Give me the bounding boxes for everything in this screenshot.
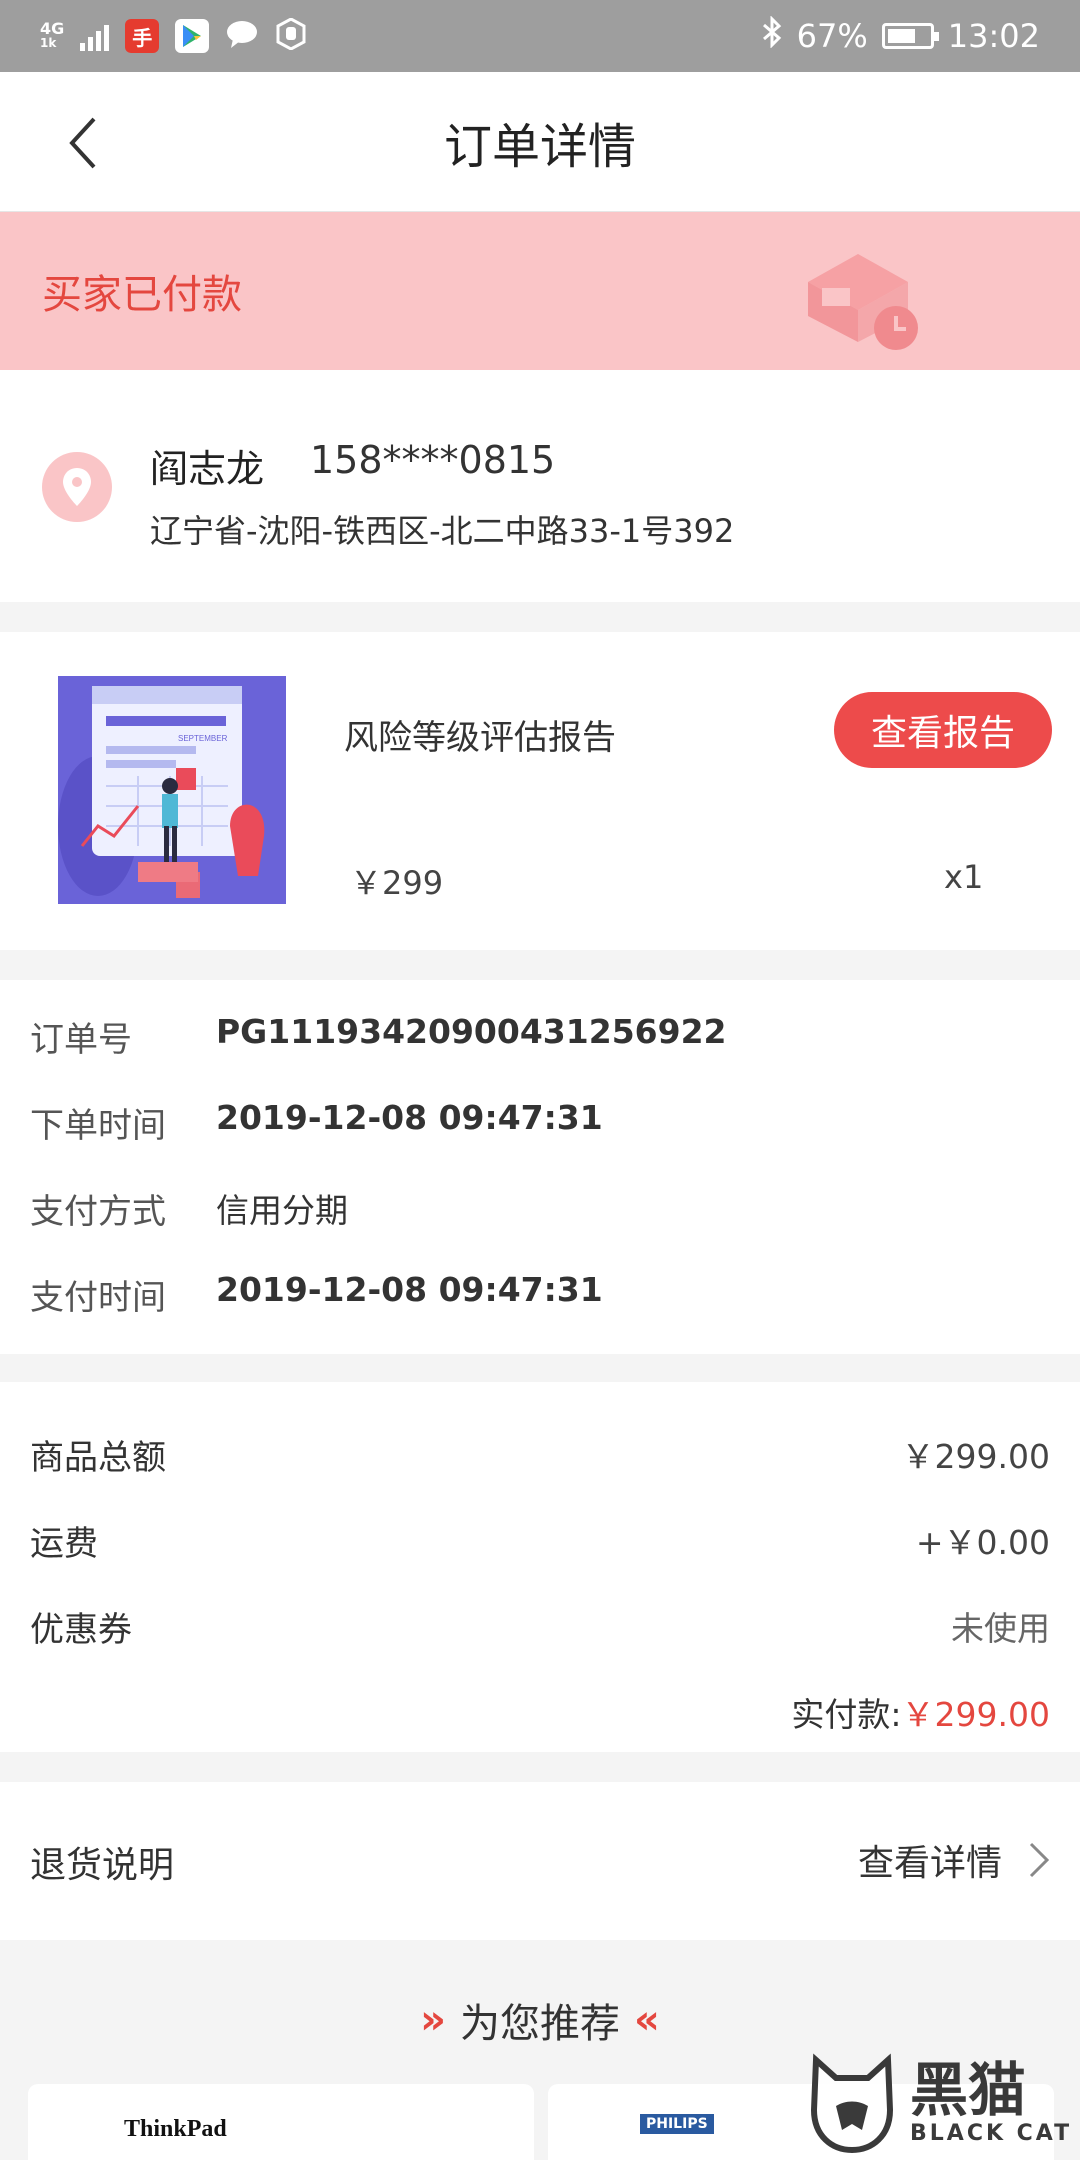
order-time-label: 下单时间 (30, 1106, 166, 1146)
recommend-heading: » 为您推荐 « (0, 1990, 1080, 2050)
order-status-text: 买家已付款 (42, 272, 242, 318)
double-chevron-right-icon: » (420, 1997, 446, 2043)
product-price: ￥299 (350, 864, 444, 902)
recommend-brand-philips: PHILIPS (640, 2114, 714, 2134)
status-bar: 4G 1k 手 67% 13:02 (0, 0, 1080, 72)
watermark: 黑猫 BLACK CAT (806, 2044, 1076, 2160)
payment-method-value: 信用分期 (216, 1191, 348, 1230)
product-thumbnail[interactable]: SEPTEMBER (58, 676, 286, 904)
nav-bar: 订单详情 (0, 72, 1080, 212)
signal-icon (80, 21, 110, 51)
shipping-fee-value: +￥0.00 (915, 1523, 1050, 1562)
view-details-label: 查看详情 (857, 1843, 1002, 1884)
double-chevron-left-icon: « (634, 1997, 660, 2043)
return-policy-label: 退货说明 (30, 1845, 175, 1886)
thumbnail-calendar-label: SEPTEMBER (178, 734, 228, 743)
location-pin-icon (42, 452, 112, 522)
product-quantity: x1 (944, 858, 984, 896)
recommend-card[interactable] (28, 2084, 534, 2160)
recommend-brand-thinkpad: ThinkPad (124, 2116, 227, 2142)
battery-percent: 67% (796, 17, 868, 55)
shipping-address: 辽宁省-沈阳-铁西区-北二中路33-1号392 (150, 512, 735, 550)
payment-method-label: 支付方式 (30, 1192, 166, 1232)
battery-icon (881, 23, 939, 49)
watermark-en: BLACK CAT (910, 2120, 1073, 2146)
recommend-title: 为您推荐 (460, 2001, 620, 2047)
page-title: 订单详情 (443, 119, 636, 175)
watermark-cn: 黑猫 (910, 2055, 1027, 2124)
network-type: 4G (40, 19, 65, 38)
payment-time-label: 支付时间 (30, 1278, 166, 1318)
order-time-value: 2019-12-08 09:47:31 (216, 1098, 603, 1137)
chevron-right-icon (1029, 1842, 1050, 1878)
shipping-fee-label: 运费 (30, 1524, 98, 1564)
payment-time-value: 2019-12-08 09:47:31 (216, 1270, 603, 1309)
clock: 13:02 (947, 17, 1040, 55)
coupon-value: 未使用 (951, 1609, 1050, 1648)
package-clock-icon (808, 254, 918, 350)
order-status-banner: 买家已付款 (0, 212, 1080, 370)
chat-icon (225, 19, 259, 53)
order-number-value: PG11193420900431256922 (216, 1012, 727, 1051)
goods-total-value: ￥299.00 (901, 1437, 1050, 1476)
view-details-link[interactable]: 查看详情 (858, 1830, 1050, 1890)
amount-paid-label: 实付款: (791, 1695, 902, 1734)
recipient-name: 阎志龙 (150, 447, 265, 491)
view-report-button[interactable]: 查看报告 (834, 692, 1052, 768)
amount-paid: 实付款:￥299.00 (791, 1688, 1050, 1736)
coupon-label: 优惠券 (30, 1610, 132, 1650)
app-notification-icon: 手 (125, 19, 160, 53)
recipient-phone: 158****0815 (310, 438, 556, 482)
bluetooth-icon (761, 15, 783, 56)
play-store-icon (175, 19, 210, 53)
hand-icon (275, 17, 307, 54)
amount-paid-value: ￥299.00 (901, 1695, 1050, 1734)
cat-logo-icon (810, 2053, 894, 2154)
product-name[interactable]: 风险等级评估报告 (344, 710, 616, 759)
network-indicator: 4G 1k (40, 19, 65, 51)
network-sub: 1k (40, 36, 57, 50)
goods-total-label: 商品总额 (30, 1438, 166, 1478)
order-number-label: 订单号 (30, 1020, 132, 1060)
